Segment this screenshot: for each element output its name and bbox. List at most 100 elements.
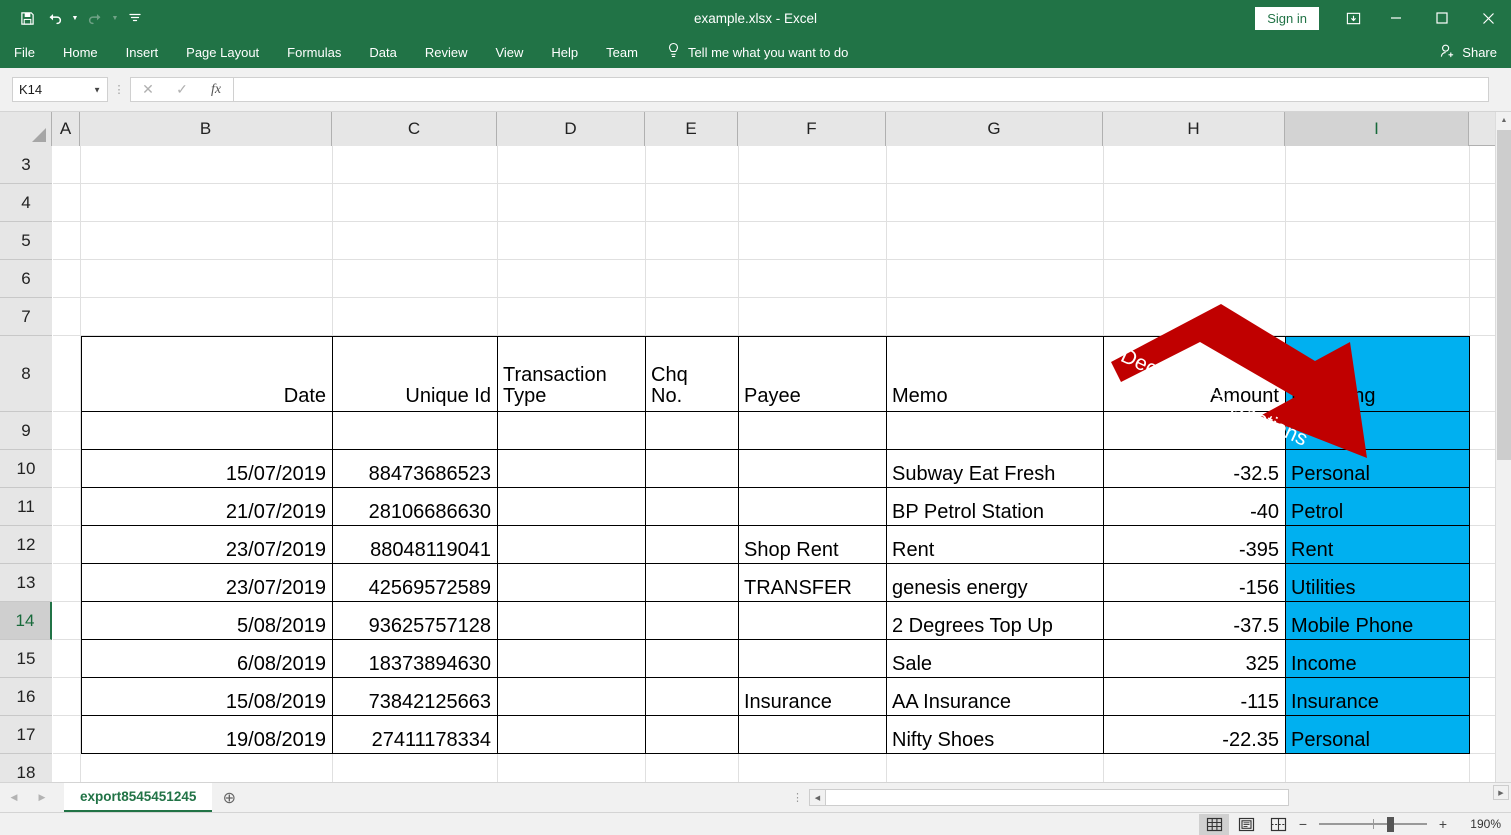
ribbon-display-options-icon[interactable] bbox=[1333, 0, 1373, 36]
grid-cell[interactable] bbox=[81, 754, 333, 782]
customize-quick-access-icon[interactable] bbox=[122, 5, 148, 31]
grid-cell[interactable]: 93625757128 bbox=[333, 602, 498, 640]
grid-cell[interactable] bbox=[646, 146, 739, 184]
grid-cell[interactable]: Sale bbox=[887, 640, 1104, 678]
ribbon-tab-team[interactable]: Team bbox=[592, 36, 652, 68]
table-header-cell[interactable]: Amount bbox=[1104, 336, 1286, 412]
insert-function-icon[interactable]: fx bbox=[199, 78, 233, 101]
table-header-cell[interactable]: Date bbox=[81, 336, 333, 412]
row-header-13[interactable]: 13 bbox=[0, 564, 52, 602]
grid-cell[interactable] bbox=[739, 716, 887, 754]
grid-cell[interactable]: Rent bbox=[887, 526, 1104, 564]
grid-cell[interactable] bbox=[1104, 184, 1286, 222]
grid-cell[interactable] bbox=[498, 716, 646, 754]
grid-cell[interactable]: 73842125663 bbox=[333, 678, 498, 716]
grid-cell[interactable]: -37.5 bbox=[1104, 602, 1286, 640]
table-header-cell[interactable]: Memo bbox=[887, 336, 1104, 412]
grid-cell[interactable]: 27411178334 bbox=[333, 716, 498, 754]
grid-cell[interactable]: Shop Rent bbox=[739, 526, 887, 564]
grid-cell[interactable] bbox=[739, 184, 887, 222]
grid-cell[interactable] bbox=[53, 184, 81, 222]
cancel-entry-icon[interactable]: ✕ bbox=[131, 78, 165, 101]
grid-cell[interactable] bbox=[81, 222, 333, 260]
grid-cell[interactable] bbox=[739, 602, 887, 640]
grid-cell[interactable]: Utilities bbox=[1286, 564, 1470, 602]
grid-cell[interactable] bbox=[333, 260, 498, 298]
column-header-e[interactable]: E bbox=[645, 112, 738, 146]
row-header-7[interactable]: 7 bbox=[0, 298, 52, 336]
grid-cell[interactable] bbox=[1104, 260, 1286, 298]
select-all-corner[interactable] bbox=[0, 112, 52, 146]
grid-cell[interactable]: Personal bbox=[1286, 716, 1470, 754]
ribbon-tab-home[interactable]: Home bbox=[49, 36, 112, 68]
grid-cell[interactable] bbox=[498, 602, 646, 640]
row-header-9[interactable]: 9 bbox=[0, 412, 52, 450]
grid-cell[interactable] bbox=[81, 412, 333, 450]
column-header-d[interactable]: D bbox=[497, 112, 645, 146]
grid-cell[interactable]: 21/07/2019 bbox=[81, 488, 333, 526]
grid-cell[interactable] bbox=[498, 640, 646, 678]
horizontal-scrollbar[interactable]: ◀ bbox=[809, 789, 1289, 806]
grid-cell[interactable] bbox=[646, 678, 739, 716]
grid-cell[interactable] bbox=[498, 184, 646, 222]
ribbon-tab-view[interactable]: View bbox=[481, 36, 537, 68]
grid-cell[interactable]: BP Petrol Station bbox=[887, 488, 1104, 526]
maximize-icon[interactable] bbox=[1419, 0, 1465, 36]
row-header-4[interactable]: 4 bbox=[0, 184, 52, 222]
grid-cell[interactable] bbox=[646, 260, 739, 298]
formula-input[interactable] bbox=[233, 77, 1489, 102]
grid-cell[interactable] bbox=[1104, 298, 1286, 336]
grid-cell[interactable]: 23/07/2019 bbox=[81, 564, 333, 602]
grid-cell[interactable] bbox=[646, 602, 739, 640]
column-header-a[interactable]: A bbox=[52, 112, 80, 146]
grid-cell[interactable] bbox=[646, 564, 739, 602]
grid-cell[interactable] bbox=[1104, 146, 1286, 184]
add-sheet-icon[interactable]: ⊕ bbox=[212, 784, 246, 812]
row-header-8[interactable]: 8 bbox=[0, 336, 52, 412]
grid-cell[interactable] bbox=[887, 412, 1104, 450]
grid-cell[interactable] bbox=[1286, 222, 1470, 260]
grid-cell[interactable] bbox=[887, 146, 1104, 184]
grid-cell[interactable] bbox=[333, 754, 498, 782]
grid-cell[interactable]: Nifty Shoes bbox=[887, 716, 1104, 754]
grid-cell[interactable]: Personal bbox=[1286, 450, 1470, 488]
table-header-cell[interactable] bbox=[53, 336, 81, 412]
table-header-cell[interactable]: Unique Id bbox=[333, 336, 498, 412]
grid-cell[interactable] bbox=[887, 184, 1104, 222]
column-header-c[interactable]: C bbox=[332, 112, 497, 146]
grid-cell[interactable] bbox=[646, 640, 739, 678]
grid-cell[interactable] bbox=[646, 298, 739, 336]
grid-cell[interactable] bbox=[53, 450, 81, 488]
grid-cell[interactable]: Petrol bbox=[1286, 488, 1470, 526]
table-header-cell[interactable]: Decoding bbox=[1286, 336, 1470, 412]
grid-cell[interactable] bbox=[646, 716, 739, 754]
row-header-11[interactable]: 11 bbox=[0, 488, 52, 526]
grid-cell[interactable] bbox=[739, 222, 887, 260]
grid-cell[interactable] bbox=[739, 412, 887, 450]
grid-cell[interactable] bbox=[739, 260, 887, 298]
grid-cell[interactable]: 19/08/2019 bbox=[81, 716, 333, 754]
scroll-left-icon[interactable]: ◀ bbox=[810, 790, 826, 805]
ribbon-tab-page-layout[interactable]: Page Layout bbox=[172, 36, 273, 68]
grid-cell[interactable]: -156 bbox=[1104, 564, 1286, 602]
ribbon-tab-review[interactable]: Review bbox=[411, 36, 482, 68]
grid-cell[interactable]: AA Insurance bbox=[887, 678, 1104, 716]
grid-cell[interactable] bbox=[1286, 184, 1470, 222]
grid-cell[interactable]: 88473686523 bbox=[333, 450, 498, 488]
row-header-5[interactable]: 5 bbox=[0, 222, 52, 260]
grid-cell[interactable] bbox=[1286, 754, 1470, 782]
grid-cell[interactable] bbox=[739, 640, 887, 678]
grid-cell[interactable] bbox=[887, 222, 1104, 260]
grid-cell[interactable]: TRANSFER bbox=[739, 564, 887, 602]
row-header-6[interactable]: 6 bbox=[0, 260, 52, 298]
ribbon-tab-file[interactable]: File bbox=[0, 36, 49, 68]
confirm-entry-icon[interactable]: ✓ bbox=[165, 78, 199, 101]
grid-cell[interactable]: 15/07/2019 bbox=[81, 450, 333, 488]
column-header-b[interactable]: B bbox=[80, 112, 332, 146]
vertical-scroll-thumb[interactable] bbox=[1497, 130, 1511, 460]
share-button[interactable]: Share bbox=[1439, 43, 1497, 62]
grid-cell[interactable] bbox=[1104, 412, 1286, 450]
grid-cell[interactable]: 2 Degrees Top Up bbox=[887, 602, 1104, 640]
grid-cell[interactable] bbox=[646, 184, 739, 222]
zoom-in-button[interactable]: + bbox=[1435, 816, 1451, 832]
